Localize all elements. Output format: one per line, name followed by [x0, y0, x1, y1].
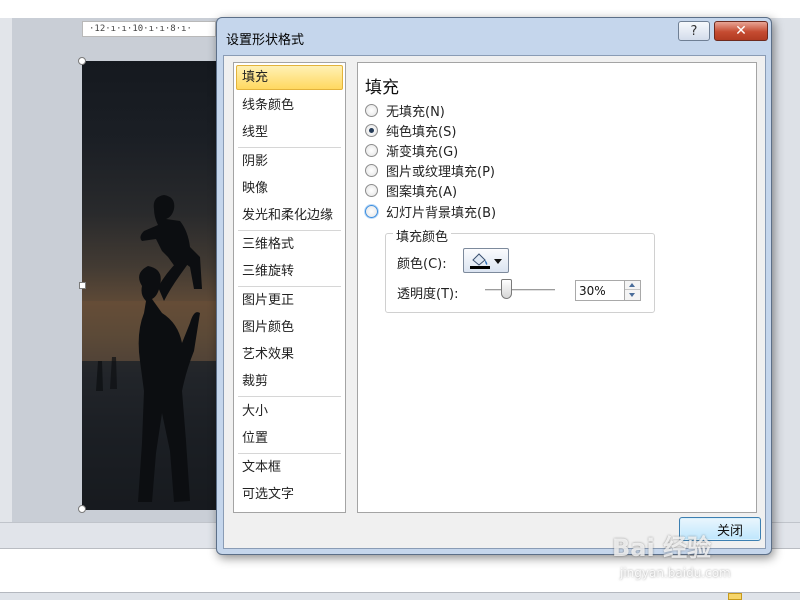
transparency-input[interactable]: [575, 280, 625, 301]
category-crop[interactable]: 裁剪: [236, 369, 343, 394]
help-button[interactable]: ?: [678, 21, 710, 41]
radio-button[interactable]: [365, 143, 378, 157]
category-separator: [238, 230, 341, 231]
category-separator: [238, 453, 341, 454]
radio-gradient-fill[interactable]: 渐变填充(G): [365, 141, 459, 160]
radio-label: 纯色填充(S): [386, 124, 457, 140]
category-reflection[interactable]: 映像: [236, 176, 343, 201]
help-icon: ?: [690, 23, 698, 39]
ribbon-area: [0, 0, 800, 18]
category-shadow[interactable]: 阴影: [236, 149, 343, 174]
transparency-slider-thumb[interactable]: [501, 279, 512, 299]
status-bar: [0, 592, 800, 600]
spin-up-icon[interactable]: [625, 281, 640, 290]
view-normal-icon[interactable]: [728, 593, 742, 600]
horizontal-ruler: ·12·ı·ı·10·ı·ı·8·ı·: [82, 21, 216, 37]
category-separator: [238, 147, 341, 148]
paint-bucket-icon: [470, 253, 490, 269]
color-label: 颜色(C):: [397, 257, 447, 272]
category-3d-format[interactable]: 三维格式: [236, 232, 343, 257]
category-separator: [238, 396, 341, 397]
radio-button[interactable]: [365, 183, 378, 197]
slide-photo[interactable]: [82, 61, 222, 510]
baidu-watermark-url: jingyan.baidu.com: [620, 566, 731, 580]
radio-solid-fill[interactable]: 纯色填充(S): [365, 121, 457, 140]
radio-button[interactable]: [365, 163, 378, 177]
workspace-right-area: [770, 18, 800, 522]
radio-button[interactable]: [365, 204, 378, 218]
category-3d-rotation[interactable]: 三维旋转: [236, 259, 343, 284]
dialog-title: 设置形状格式: [226, 33, 305, 48]
category-text-box[interactable]: 文本框: [236, 455, 343, 480]
selection-handle-top-left[interactable]: [78, 57, 86, 65]
radio-no-fill[interactable]: 无填充(N): [365, 101, 445, 120]
baidu-watermark: Bai 经验: [612, 534, 712, 562]
radio-button[interactable]: [365, 103, 378, 117]
radio-label: 图案填充(A): [386, 184, 458, 200]
radio-label: 幻灯片背景填充(B): [386, 205, 497, 221]
dialog-body: 填充 线条颜色 线型 阴影 映像 发光和柔化边缘 三维格式 三维旋转 图片更正 …: [223, 55, 766, 549]
selection-handle-bottom-left[interactable]: [78, 505, 86, 513]
transparency-label: 透明度(T):: [397, 287, 459, 302]
category-size[interactable]: 大小: [236, 399, 343, 424]
category-list: 填充 线条颜色 线型 阴影 映像 发光和柔化边缘 三维格式 三维旋转 图片更正 …: [233, 62, 346, 513]
color-picker-button[interactable]: [463, 248, 509, 273]
close-window-button[interactable]: ✕: [714, 21, 768, 41]
radio-pattern-fill[interactable]: 图案填充(A): [365, 181, 458, 200]
radio-label: 渐变填充(G): [386, 144, 459, 160]
selection-handle-middle-left[interactable]: [79, 282, 86, 289]
fill-panel: 填充 无填充(N) 纯色填充(S) 渐变填充(G) 图片或纹理填充(P) 图案填…: [357, 62, 757, 513]
transparency-slider-track[interactable]: [485, 289, 555, 291]
workspace-left-edge: [0, 18, 12, 548]
transparency-spinner: [624, 280, 641, 301]
category-separator: [238, 286, 341, 287]
radio-picture-texture-fill[interactable]: 图片或纹理填充(P): [365, 161, 495, 180]
category-picture-color[interactable]: 图片颜色: [236, 315, 343, 340]
radio-button-checked[interactable]: [365, 123, 378, 137]
category-artistic-effects[interactable]: 艺术效果: [236, 342, 343, 367]
radio-label: 无填充(N): [386, 104, 445, 120]
chevron-down-icon: [494, 259, 502, 264]
category-glow-soft-edges[interactable]: 发光和柔化边缘: [236, 203, 343, 228]
radio-label: 图片或纹理填充(P): [386, 164, 495, 180]
category-alt-text[interactable]: 可选文字: [236, 482, 343, 507]
close-icon: ✕: [735, 23, 747, 39]
format-shape-dialog: 设置形状格式 ? ✕ 填充 线条颜色 线型 阴影 映像 发光和柔化边缘 三维格式…: [216, 17, 772, 555]
spin-down-icon[interactable]: [625, 291, 640, 300]
radio-slide-background-fill[interactable]: 幻灯片背景填充(B): [365, 202, 497, 221]
category-fill[interactable]: 填充: [236, 65, 343, 90]
category-picture-corrections[interactable]: 图片更正: [236, 288, 343, 313]
fill-color-group-title: 填充颜色: [393, 226, 452, 245]
category-line-color[interactable]: 线条颜色: [236, 93, 343, 118]
panel-title: 填充: [365, 78, 399, 98]
silhouette-image: [82, 195, 222, 510]
category-line-style[interactable]: 线型: [236, 120, 343, 145]
category-position[interactable]: 位置: [236, 426, 343, 451]
